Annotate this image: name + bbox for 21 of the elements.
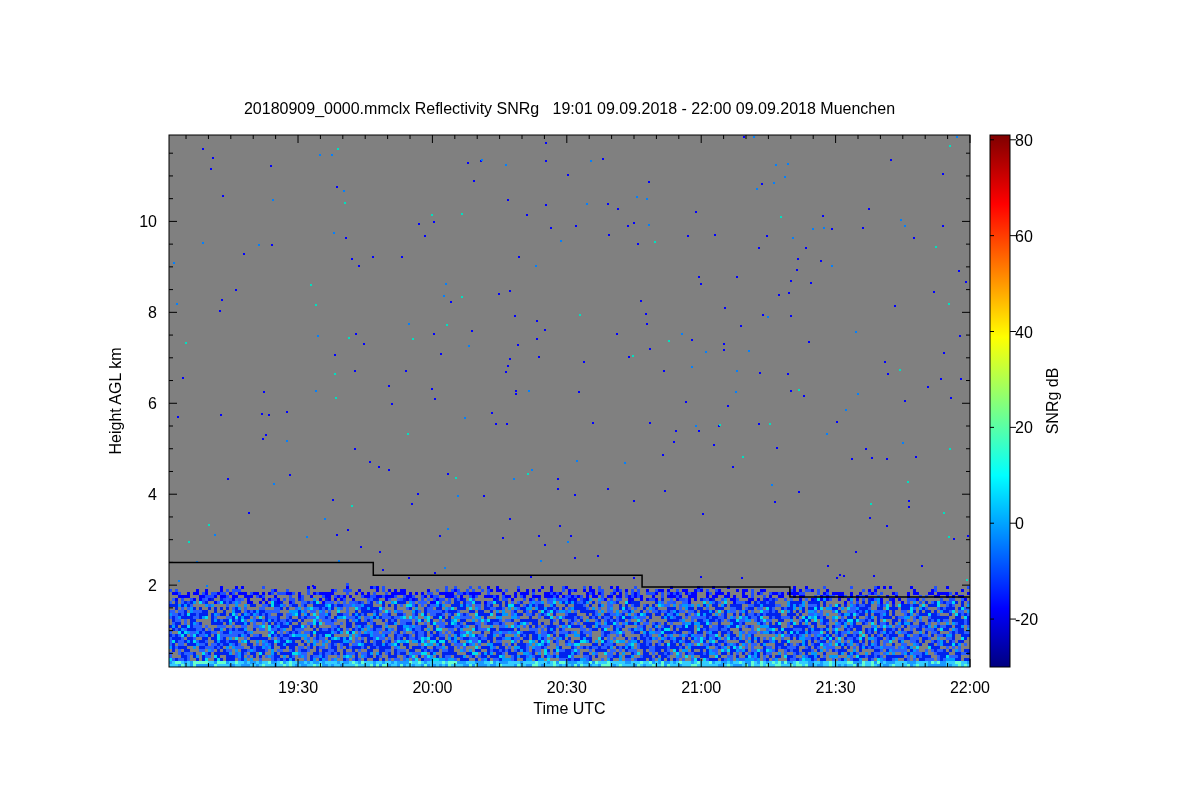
colorbar-tick-label: 20	[1015, 419, 1033, 437]
x-tick-label: 20:30	[546, 679, 587, 696]
chart-title: 20180909_0000.mmclx Reflectivity SNRg 19:01 09.09.2018 - 22:00 09.09.2018 Muenchen	[243, 100, 896, 117]
colorbar-tick-label: -20	[1015, 611, 1039, 629]
y-axis-title: Height AGL km	[107, 347, 124, 455]
colorbar-title: SNRg dB	[1044, 367, 1061, 435]
colorbar-tick-label: 60	[1015, 227, 1033, 245]
x-tick-label: 19:30	[278, 679, 319, 696]
x-tick-label: 21:00	[681, 679, 722, 696]
x-tick-label: 20:00	[412, 679, 453, 696]
x-axis-title: Time UTC	[533, 700, 606, 717]
y-tick-label: 4	[148, 486, 157, 504]
colorbar-tick-label: 80	[1015, 131, 1033, 149]
x-tick-label: 22:00	[950, 679, 990, 696]
colorbar-tick-label: 0	[1015, 515, 1024, 533]
y-tick-label: 2	[148, 577, 157, 595]
y-tick-label: 10	[139, 213, 157, 231]
y-tick-label: 8	[148, 304, 157, 322]
y-tick-label: 6	[148, 395, 157, 413]
x-tick-label: 21:30	[815, 679, 856, 696]
colorbar-tick-label: 40	[1015, 323, 1033, 341]
